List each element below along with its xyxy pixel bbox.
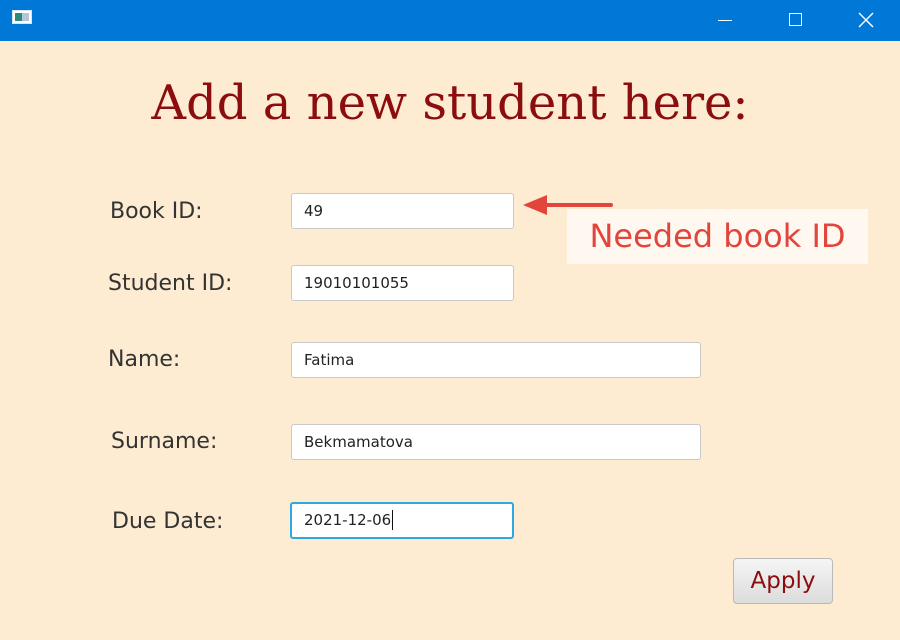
maximize-button[interactable] [772, 0, 818, 41]
text-cursor [392, 509, 394, 530]
annotation-callout: Needed book ID [567, 209, 868, 264]
window-titlebar [0, 0, 900, 41]
apply-button[interactable]: Apply [733, 558, 833, 604]
book-id-label: Book ID: [110, 199, 203, 224]
due-date-label: Due Date: [112, 509, 224, 534]
close-button[interactable] [843, 0, 889, 41]
student-id-value: 19010101055 [304, 274, 409, 292]
name-input[interactable]: Fatima [291, 342, 701, 378]
student-id-input[interactable]: 19010101055 [291, 265, 514, 301]
name-value: Fatima [304, 351, 355, 369]
due-date-input[interactable]: 2021-12-06 [290, 502, 514, 539]
minimize-icon [718, 20, 732, 21]
close-icon [858, 12, 874, 28]
name-label: Name: [108, 347, 181, 372]
page-title: Add a new student here: [151, 75, 749, 131]
maximize-icon [789, 13, 802, 26]
book-id-input[interactable]: 49 [291, 193, 514, 229]
surname-input[interactable]: Bekmamatova [291, 424, 701, 460]
due-date-value: 2021-12-06 [304, 511, 392, 529]
book-id-value: 49 [304, 202, 324, 220]
surname-label: Surname: [111, 429, 218, 454]
minimize-button[interactable] [701, 0, 747, 41]
app-icon [12, 10, 32, 24]
student-id-label: Student ID: [108, 271, 233, 296]
surname-value: Bekmamatova [304, 433, 413, 451]
